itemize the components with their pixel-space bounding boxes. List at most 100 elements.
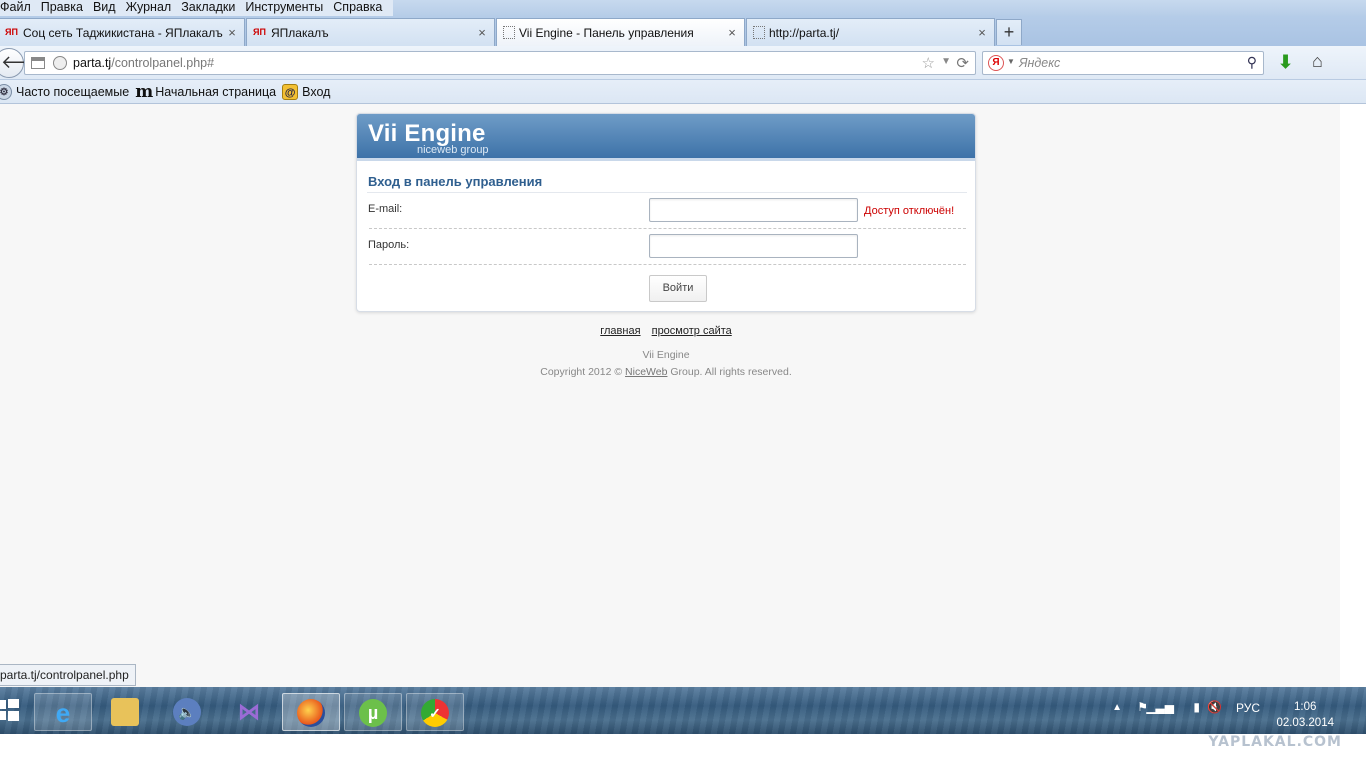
divider — [369, 228, 966, 229]
tab-label: Vii Engine - Панель управления — [519, 25, 694, 40]
bookmark-label: Начальная страница — [155, 84, 277, 99]
divider — [367, 192, 967, 193]
yandex-browser-taskbar-button[interactable]: ✓ — [406, 693, 464, 731]
brand-subtitle: niceweb group — [417, 144, 489, 156]
show-hidden-icons-icon[interactable]: ▲ — [1112, 702, 1122, 713]
tab-label: Соц сеть Таджикистана - ЯПлакалъ — [23, 25, 223, 40]
menu-view[interactable]: Вид — [88, 0, 121, 16]
taskbar: e 🔈 ⋈ µ ✓ ▲ ⚑ ▁▃▅ ▮ 🔇 РУС 1:06 02.03.201… — [0, 687, 1366, 734]
url-path: /controlpanel.php# — [111, 56, 215, 70]
tab-tj-social[interactable]: ЯП Соц сеть Таджикистана - ЯПлакалъ × — [0, 18, 245, 46]
bookmark-most-visited[interactable]: ⚙ Часто посещаемые — [0, 83, 129, 100]
image-footer: YAPLAKAL.COM — [0, 734, 1366, 768]
status-bar: parta.tj/controlpanel.php — [0, 664, 136, 686]
speaker-icon: 🔈 — [173, 698, 201, 726]
tab-label: http://parta.tj/ — [769, 25, 840, 40]
bookmark-start-page[interactable]: m Начальная страница — [135, 81, 277, 102]
page-icon — [31, 57, 45, 69]
footer-product: Vii Engine — [642, 349, 690, 361]
login-panel: Vii Engine niceweb group Вход в панель у… — [356, 113, 976, 312]
menu-tools[interactable]: Инструменты — [240, 0, 328, 16]
download-arrow-icon[interactable]: ⬇ — [1278, 52, 1293, 73]
clock-date: 02.03.2014 — [1276, 717, 1334, 729]
close-tab-icon[interactable]: × — [476, 25, 488, 40]
bookmark-star-icon[interactable]: ☆ — [922, 54, 935, 72]
close-tab-icon[interactable]: × — [226, 25, 238, 40]
muted-speaker-icon[interactable]: 🔇 — [1207, 700, 1222, 714]
clock[interactable]: 1:06 02.03.2014 — [1276, 699, 1334, 731]
url-bar[interactable]: parta.tj/controlpanel.php# ☆ ▼ ⟳ — [24, 51, 976, 75]
footer-links: главная просмотр сайта — [0, 325, 1332, 337]
menu-list: Файл Правка Вид Журнал Закладки Инструме… — [0, 0, 394, 16]
page-content: Vii Engine niceweb group Вход в панель у… — [0, 104, 1340, 687]
globe-icon[interactable] — [53, 56, 67, 70]
bookmarks-toolbar: ⚙ Часто посещаемые m Начальная страница … — [0, 80, 1366, 104]
divider — [369, 264, 966, 265]
windows-start-icon[interactable] — [0, 699, 22, 721]
search-icon[interactable]: ⚲ — [1247, 54, 1257, 71]
gear-icon: ⚙ — [0, 83, 12, 100]
signal-bars-icon[interactable]: ▁▃▅ — [1146, 700, 1174, 714]
search-input[interactable]: Яндекс — [1019, 56, 1060, 70]
mail-at-icon: @ — [282, 83, 299, 100]
login-button[interactable]: Войти — [649, 275, 707, 302]
bookmark-login[interactable]: @ Вход — [282, 83, 330, 100]
blank-page-icon — [503, 26, 515, 39]
yandex-icon[interactable]: Я — [988, 55, 1004, 71]
watermark: YAPLAKAL.COM — [1208, 734, 1342, 750]
back-button[interactable]: 🡐 — [0, 48, 49, 78]
yaplakal-favicon-icon: ЯП — [5, 27, 18, 37]
yaplakal-favicon-icon: ЯП — [253, 27, 266, 37]
chevron-down-icon[interactable]: ▼ — [1007, 57, 1015, 66]
tab-vii-engine[interactable]: Vii Engine - Панель управления × — [496, 18, 745, 46]
login-title: Вход в панель управления — [368, 174, 543, 189]
close-tab-icon[interactable]: × — [726, 25, 738, 40]
internet-explorer-icon: e — [55, 698, 71, 728]
email-field[interactable] — [649, 198, 858, 222]
browser-check-icon: ✓ — [421, 699, 449, 727]
explorer-taskbar-button[interactable] — [96, 693, 154, 731]
screen: Файл Правка Вид Журнал Закладки Инструме… — [0, 0, 1366, 768]
copyright-suffix: Group. All rights reserved. — [667, 366, 792, 378]
footer-copyright: Copyright 2012 © NiceWeb Group. All righ… — [0, 366, 1332, 378]
language-indicator[interactable]: РУС — [1236, 701, 1260, 715]
tab-yaplakal[interactable]: ЯП ЯПлакалъ × — [246, 18, 495, 46]
url-host: parta.tj — [73, 56, 112, 70]
m-logo-icon: m — [135, 81, 154, 102]
tab-strip: ЯП Соц сеть Таджикистана - ЯПлакалъ × ЯП… — [0, 16, 1366, 46]
url-text[interactable]: parta.tj/controlpanel.php# — [73, 56, 214, 70]
search-bar[interactable]: Я ▼ Яндекс ⚲ — [982, 51, 1264, 75]
battery-icon[interactable]: ▮ — [1193, 700, 1200, 714]
volume-taskbar-button[interactable]: 🔈 — [158, 693, 216, 731]
menu-bookmarks[interactable]: Закладки — [176, 0, 240, 16]
home-link[interactable]: главная — [600, 325, 640, 337]
menu-edit[interactable]: Правка — [36, 0, 88, 16]
tab-parta[interactable]: http://parta.tj/ × — [746, 18, 995, 46]
menu-history[interactable]: Журнал — [121, 0, 177, 16]
history-dropdown-icon[interactable]: ▼ — [941, 56, 951, 67]
new-tab-button[interactable]: + — [996, 19, 1022, 45]
visual-studio-taskbar-button[interactable]: ⋈ — [220, 693, 278, 731]
nav-bar: 🡐 parta.tj/controlpanel.php# ☆ ▼ ⟳ Я ▼ Я… — [0, 46, 1366, 80]
reload-icon[interactable]: ⟳ — [956, 54, 969, 72]
firefox-icon — [297, 699, 325, 727]
close-tab-icon[interactable]: × — [976, 25, 988, 40]
utorrent-icon: µ — [359, 699, 387, 727]
password-field[interactable] — [649, 234, 858, 258]
view-site-link[interactable]: просмотр сайта — [652, 325, 732, 337]
ie-taskbar-button[interactable]: e — [34, 693, 92, 731]
panel-header: Vii Engine niceweb group — [357, 114, 975, 161]
email-label: E-mail: — [368, 203, 403, 215]
tab-label: ЯПлакалъ — [271, 25, 329, 40]
access-disabled-message: Доступ отключён! — [864, 205, 955, 217]
blank-page-icon — [753, 26, 765, 39]
copyright-prefix: Copyright 2012 © — [540, 366, 626, 378]
firefox-taskbar-button[interactable] — [282, 693, 340, 731]
menu-file[interactable]: Файл — [0, 0, 36, 16]
niceweb-link[interactable]: NiceWeb — [625, 366, 667, 378]
folder-icon — [111, 698, 139, 726]
menu-help[interactable]: Справка — [328, 0, 387, 16]
utorrent-taskbar-button[interactable]: µ — [344, 693, 402, 731]
password-label: Пароль: — [368, 239, 410, 251]
home-icon[interactable]: ⌂ — [1312, 51, 1323, 72]
